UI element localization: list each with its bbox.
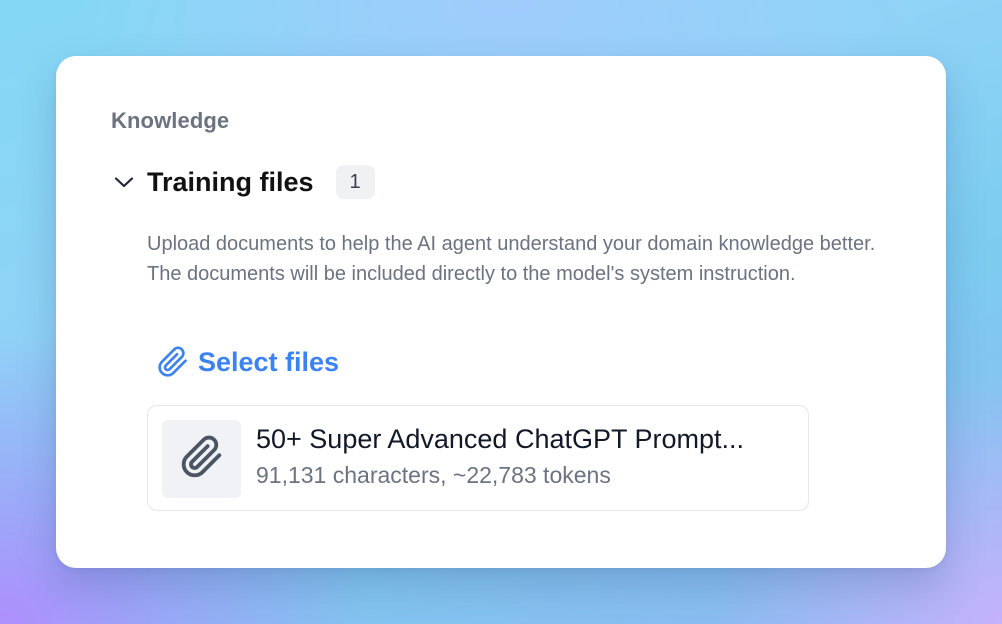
select-files-button[interactable]: Select files	[156, 341, 339, 383]
file-name: 50+ Super Advanced ChatGPT Prompt...	[256, 424, 745, 454]
paperclip-icon	[180, 435, 224, 484]
file-meta: 91,131 characters, ~22,783 tokens	[256, 462, 611, 488]
file-thumbnail	[162, 420, 241, 498]
select-files-label: Select files	[198, 346, 340, 377]
file-count-badge: 1	[335, 165, 375, 199]
chevron-down-icon[interactable]	[111, 169, 137, 195]
training-files-title: Training files	[147, 166, 314, 197]
knowledge-panel: Knowledge Training files 1 Upload docume…	[56, 56, 946, 568]
file-item[interactable]: 50+ Super Advanced ChatGPT Prompt... 91,…	[147, 405, 809, 511]
training-files-toggle[interactable]: Training files 1	[111, 162, 375, 202]
training-files-description: Upload documents to help the AI agent un…	[147, 233, 876, 285]
paperclip-icon	[156, 345, 190, 379]
section-label: Knowledge	[111, 108, 230, 133]
